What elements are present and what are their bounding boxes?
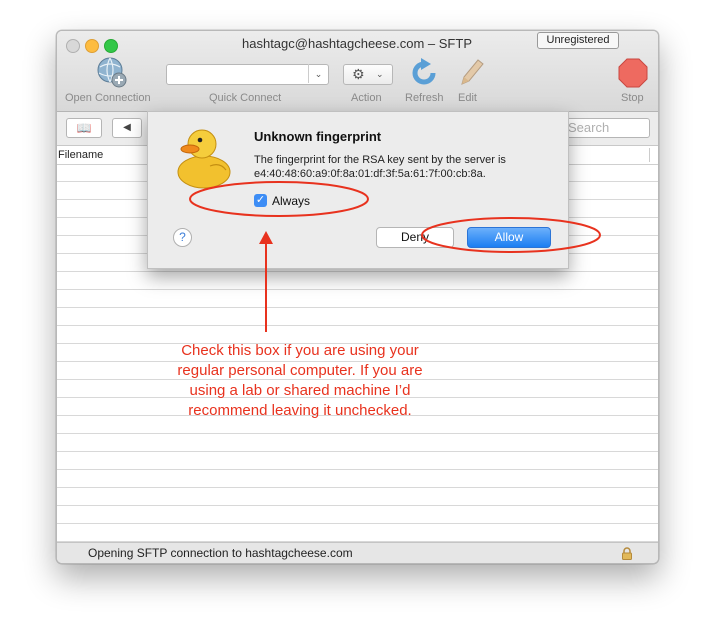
annotation-text: Check this box if you are using your reg…	[140, 341, 460, 421]
checkbox-highlight-circle	[189, 181, 369, 217]
arrow-up-icon	[259, 231, 273, 244]
annotation-line-4: recommend leaving it unchecked.	[188, 402, 412, 419]
annotation-overlay	[189, 181, 601, 332]
annotation-line-2: regular personal computer. If you are	[177, 362, 423, 379]
annotation-line-1: Check this box if you are using your	[181, 342, 419, 359]
annotation-line-3: using a lab or shared machine I’d	[189, 382, 411, 399]
allow-highlight-circle	[421, 217, 601, 253]
